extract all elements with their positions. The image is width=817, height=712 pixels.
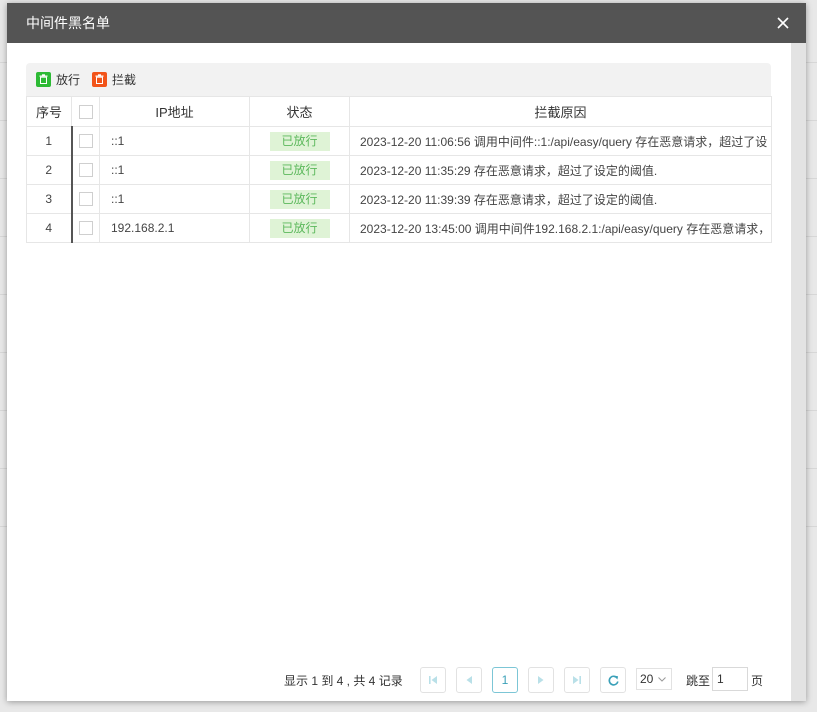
header-seq: 序号 [26, 96, 72, 127]
dialog-title: 中间件黑名单 [26, 15, 110, 31]
prev-page-icon [466, 676, 472, 684]
pager-info: 显示 1 到 4 , 共 4 记录 [284, 674, 403, 688]
close-icon [777, 17, 789, 29]
header-reason[interactable]: 拦截原因 [349, 96, 772, 127]
toolbar: 放行 拦截 [26, 63, 771, 96]
status-badge: 已放行 [269, 189, 330, 209]
last-page-button[interactable] [564, 667, 590, 693]
row-state-cell: 已放行 [249, 155, 350, 185]
first-page-button[interactable] [420, 667, 446, 693]
row-state-cell: 已放行 [249, 126, 350, 156]
header-ip[interactable]: IP地址 [99, 96, 250, 127]
next-page-icon [538, 676, 544, 684]
jump-page-input[interactable] [712, 667, 748, 691]
jump-suffix: 页 [751, 674, 764, 688]
table-row[interactable]: 1 ::1 已放行 2023-12-20 11:06:56 调用中间件::1:/… [26, 126, 772, 156]
header-state[interactable]: 状态 [249, 96, 350, 127]
row-seq: 1 [26, 126, 72, 156]
row-checkbox[interactable] [78, 163, 93, 178]
row-reason: 2023-12-20 11:06:56 调用中间件::1:/api/easy/q… [349, 126, 772, 156]
row-reason: 2023-12-20 11:35:29 存在恶意请求，超过了设定的阈值. [349, 155, 772, 185]
row-reason: 2023-12-20 11:39:39 存在恶意请求，超过了设定的阈值. [349, 184, 772, 214]
release-button[interactable]: 放行 [36, 70, 80, 88]
refresh-button[interactable] [600, 667, 626, 693]
block-button[interactable]: 拦截 [92, 70, 136, 88]
header-checkbox-cell [71, 96, 100, 127]
table-row[interactable]: 4 192.168.2.1 已放行 2023-12-20 13:45:00 调用… [26, 213, 772, 243]
row-state-cell: 已放行 [249, 184, 350, 214]
page-size-value: 20 [640, 672, 654, 686]
row-checkbox[interactable] [78, 134, 93, 149]
dialog-header: 中间件黑名单 [7, 3, 806, 43]
row-checkbox-cell [70, 213, 100, 243]
row-checkbox[interactable] [78, 192, 93, 207]
row-state-cell: 已放行 [249, 213, 350, 243]
table-row[interactable]: 3 ::1 已放行 2023-12-20 11:39:39 存在恶意请求，超过了… [26, 184, 772, 214]
jump-label: 跳至 [686, 674, 711, 688]
status-badge: 已放行 [269, 160, 330, 180]
row-ip: 192.168.2.1 [99, 213, 250, 243]
release-label: 放行 [56, 72, 81, 87]
row-checkbox-cell [70, 155, 100, 185]
row-checkbox-cell [70, 184, 100, 214]
pagination: 显示 1 到 4 , 共 4 记录 1 20 跳至 1 页 [7, 667, 806, 693]
next-page-button[interactable] [528, 667, 554, 693]
table-row[interactable]: 2 ::1 已放行 2023-12-20 11:35:29 存在恶意请求，超过了… [26, 155, 772, 185]
row-checkbox[interactable] [78, 221, 93, 236]
row-ip: ::1 [99, 155, 250, 185]
table-header-row: 序号 IP地址 状态 拦截原因 [26, 96, 772, 127]
block-label: 拦截 [112, 72, 137, 87]
status-badge: 已放行 [269, 131, 330, 151]
row-reason: 2023-12-20 13:45:00 调用中间件192.168.2.1:/ap… [349, 213, 772, 243]
row-ip: ::1 [99, 184, 250, 214]
page-size-select[interactable]: 20 [636, 668, 672, 690]
last-page-icon [573, 676, 581, 684]
blacklist-table: 序号 IP地址 状态 拦截原因 1 ::1 已放行 2023-12-20 11:… [26, 96, 772, 243]
row-seq: 2 [26, 155, 72, 185]
dialog-scrollbar[interactable] [791, 43, 806, 701]
refresh-icon [608, 675, 619, 686]
row-seq: 3 [26, 184, 72, 214]
status-badge: 已放行 [269, 218, 330, 238]
page-number-button[interactable]: 1 [492, 667, 518, 693]
prev-page-button[interactable] [456, 667, 482, 693]
chevron-down-icon [658, 677, 666, 682]
first-page-icon [429, 676, 437, 684]
trash-icon [36, 71, 51, 87]
row-checkbox-cell [70, 126, 100, 156]
select-all-checkbox[interactable] [78, 105, 93, 120]
row-seq: 4 [26, 213, 72, 243]
blacklist-dialog: 中间件黑名单 放行 拦截 序号 IP地址 状态 拦截原因 1::1 已放行 2… [7, 3, 806, 701]
row-ip: ::1 [99, 126, 250, 156]
trash-icon [92, 71, 107, 87]
close-button[interactable] [774, 14, 792, 32]
